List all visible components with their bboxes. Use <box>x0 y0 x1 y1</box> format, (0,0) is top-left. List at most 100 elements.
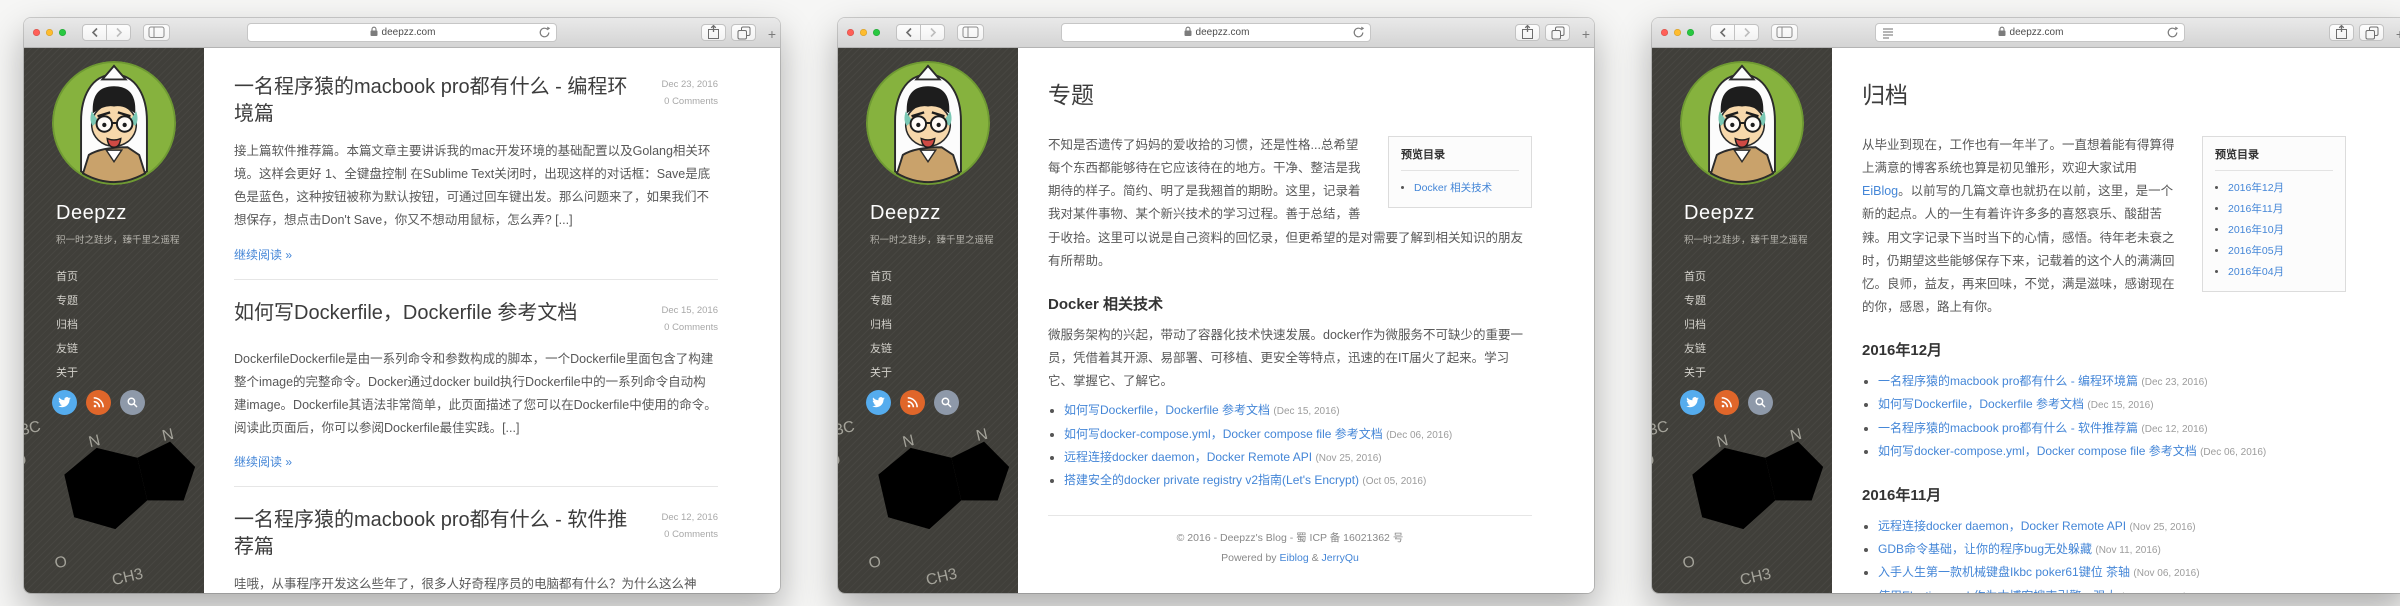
twitter-icon[interactable] <box>866 390 891 415</box>
search-icon[interactable] <box>1748 390 1773 415</box>
minimize-button[interactable] <box>860 29 867 36</box>
sidebar-item-home[interactable]: 首页 <box>1684 268 1832 284</box>
share-button[interactable] <box>2329 24 2354 41</box>
sidebar-item-about[interactable]: 关于 <box>1684 364 1832 380</box>
post-link[interactable]: GDB命令基础，让你的程序bug无处躲藏 <box>1878 542 2092 556</box>
post-link[interactable]: 入手人生第一款机械键盘Ikbc poker61键位 茶轴 <box>1878 565 2130 579</box>
window-titlebar[interactable]: deepzz.com + <box>24 18 780 48</box>
reload-icon[interactable] <box>2166 26 2179 41</box>
page-title: 专题 <box>1048 76 1532 110</box>
rss-icon[interactable] <box>86 390 111 415</box>
post-title[interactable]: 一名程序猿的macbook pro都有什么 - 编程环境篇 <box>234 74 643 128</box>
minimize-button[interactable] <box>46 29 53 36</box>
toc-box: 预览目录 Docker 相关技术 <box>1388 136 1532 208</box>
post-link[interactable]: 如何写docker-compose.yml，Docker compose fil… <box>1878 444 2197 458</box>
new-tab-button[interactable]: + <box>2393 26 2400 42</box>
toc-link[interactable]: Docker 相关技术 <box>1414 182 1492 194</box>
forward-button[interactable] <box>106 24 131 41</box>
sidebar-item-topics[interactable]: 专题 <box>870 292 1018 308</box>
search-icon[interactable] <box>120 390 145 415</box>
post-comments-link[interactable]: 0 Comments <box>661 319 718 336</box>
sidebar-item-links[interactable]: 友链 <box>870 340 1018 356</box>
tab-overview-button[interactable] <box>1545 24 1570 41</box>
sidebar-toggle-button[interactable] <box>1771 24 1798 41</box>
post-link[interactable]: 远程连接docker daemon，Docker Remote API <box>1064 450 1312 464</box>
sidebar-item-topics[interactable]: 专题 <box>56 292 204 308</box>
sidebar-item-home[interactable]: 首页 <box>870 268 1018 284</box>
sidebar-item-about[interactable]: 关于 <box>56 364 204 380</box>
avatar[interactable] <box>866 61 990 185</box>
rss-icon[interactable] <box>900 390 925 415</box>
sidebar-toggle-button[interactable] <box>957 24 984 41</box>
new-tab-button[interactable]: + <box>765 26 779 42</box>
post-link[interactable]: 远程连接docker daemon，Docker Remote API <box>1878 519 2126 533</box>
sidebar-item-links[interactable]: 友链 <box>56 340 204 356</box>
sidebar-item-links[interactable]: 友链 <box>1684 340 1832 356</box>
post-title[interactable]: 一名程序猿的macbook pro都有什么 - 软件推荐篇 <box>234 507 643 561</box>
close-button[interactable] <box>847 29 854 36</box>
share-button[interactable] <box>701 24 726 41</box>
post-title[interactable]: 如何写Dockerfile，Dockerfile 参考文档 <box>234 300 577 327</box>
toc-link[interactable]: 2016年04月 <box>2228 266 2284 278</box>
post-date: (Dec 15, 2016) <box>2087 400 2153 411</box>
zoom-button[interactable] <box>59 29 66 36</box>
toc-link[interactable]: 2016年10月 <box>2228 224 2284 236</box>
reload-icon[interactable] <box>1352 26 1365 41</box>
search-icon[interactable] <box>934 390 959 415</box>
sidebar-item-topics[interactable]: 专题 <box>1684 292 1832 308</box>
forward-button[interactable] <box>1734 24 1759 41</box>
reader-view-icon[interactable] <box>1882 27 1894 43</box>
address-bar[interactable]: deepzz.com <box>247 23 557 42</box>
eiblog-link[interactable]: EiBlog <box>1862 184 1898 198</box>
toc-link[interactable]: 2016年05月 <box>2228 245 2284 257</box>
sidebar-item-archive[interactable]: 归档 <box>870 316 1018 332</box>
post-date: (Oct 05, 2016) <box>1362 476 1426 487</box>
blog-tagline: 积一时之跬步，臻千里之遥程 <box>870 232 1018 246</box>
zoom-button[interactable] <box>873 29 880 36</box>
eiblog-link[interactable]: Eiblog <box>1279 552 1308 564</box>
toc-link[interactable]: 2016年11月 <box>2228 203 2283 215</box>
sidebar-item-about[interactable]: 关于 <box>870 364 1018 380</box>
reload-icon[interactable] <box>538 26 551 41</box>
jerryqu-link[interactable]: JerryQu <box>1322 552 1359 564</box>
svg-text:H3C: H3C <box>1652 418 1670 442</box>
twitter-icon[interactable] <box>52 390 77 415</box>
post-link[interactable]: 如何写Dockerfile，Dockerfile 参考文档 <box>1878 397 2084 411</box>
zoom-button[interactable] <box>1687 29 1694 36</box>
minimize-button[interactable] <box>1674 29 1681 36</box>
read-more-link[interactable]: 继续阅读 » <box>234 246 292 263</box>
post-link[interactable]: 一名程序猿的macbook pro都有什么 - 软件推荐篇 <box>1878 421 2138 435</box>
avatar[interactable] <box>52 61 176 185</box>
sidebar-item-home[interactable]: 首页 <box>56 268 204 284</box>
twitter-icon[interactable] <box>1680 390 1705 415</box>
address-bar[interactable]: deepzz.com <box>1875 23 2185 42</box>
avatar[interactable] <box>1680 61 1804 185</box>
post-link[interactable]: 如何写docker-compose.yml，Docker compose fil… <box>1064 427 1383 441</box>
tab-overview-button[interactable] <box>2359 24 2384 41</box>
back-button[interactable] <box>896 24 921 41</box>
sidebar-item-archive[interactable]: 归档 <box>56 316 204 332</box>
sidebar-toggle-button[interactable] <box>143 24 170 41</box>
close-button[interactable] <box>1661 29 1668 36</box>
address-bar[interactable]: deepzz.com <box>1061 23 1371 42</box>
new-tab-button[interactable]: + <box>1579 26 1593 42</box>
share-button[interactable] <box>1515 24 1540 41</box>
post-comments-link[interactable]: 0 Comments <box>661 93 718 110</box>
window-titlebar[interactable]: deepzz.com + <box>838 18 1594 48</box>
post-comments-link[interactable]: 0 Comments <box>661 526 718 543</box>
read-more-link[interactable]: 继续阅读 » <box>234 453 292 470</box>
post-link[interactable]: 如何写Dockerfile，Dockerfile 参考文档 <box>1064 403 1270 417</box>
post-link[interactable]: 使用Elasticsearch作为本博客搜索引擎，强大 <box>1878 589 2117 593</box>
window-titlebar[interactable]: deepzz.com + <box>1652 18 2400 48</box>
archive-page: 归档 预览目录 2016年12月 2016年11月 2016年10月 2016年… <box>1832 48 2400 593</box>
back-button[interactable] <box>1710 24 1735 41</box>
back-button[interactable] <box>82 24 107 41</box>
close-button[interactable] <box>33 29 40 36</box>
rss-icon[interactable] <box>1714 390 1739 415</box>
post-link[interactable]: 搭建安全的docker private registry v2指南(Let's … <box>1064 473 1359 487</box>
tab-overview-button[interactable] <box>731 24 756 41</box>
post-link[interactable]: 一名程序猿的macbook pro都有什么 - 编程环境篇 <box>1878 374 2138 388</box>
forward-button[interactable] <box>920 24 945 41</box>
toc-link[interactable]: 2016年12月 <box>2228 182 2284 194</box>
sidebar-item-archive[interactable]: 归档 <box>1684 316 1832 332</box>
